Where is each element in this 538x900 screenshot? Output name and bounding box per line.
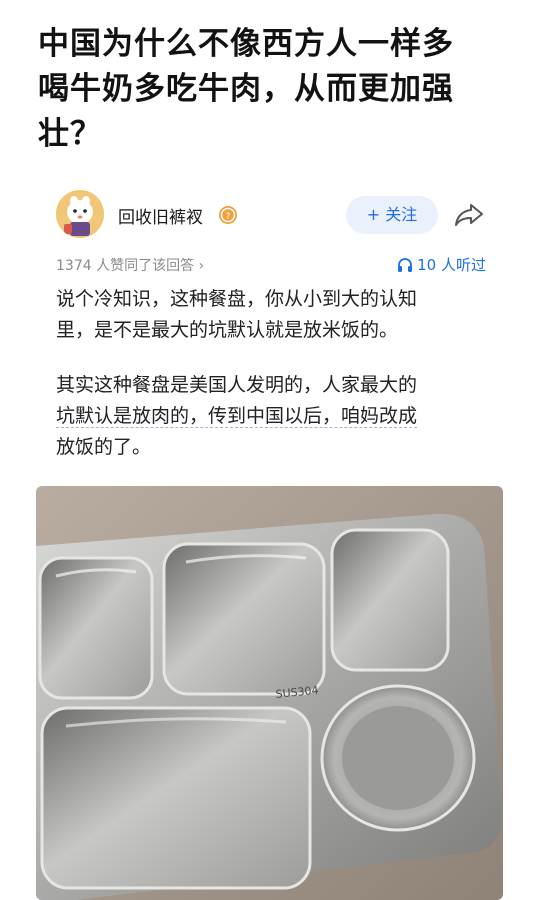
- answer-line-text: 坑默认是放肉的，传到中国以后，咱妈改成: [56, 405, 418, 428]
- headphones-icon: [398, 258, 413, 272]
- title-line: 喝牛奶多吃牛肉，从而更加强: [38, 71, 454, 107]
- listen-count[interactable]: 10 人听过: [397, 254, 486, 275]
- answer-paragraph-1: 说个冷知识，这种餐盘，你从小到大的认知 里，是不是最大的坑默认就是放米饭的。: [56, 284, 486, 346]
- answer-line: 里，是不是最大的坑默认就是放米饭的。: [56, 319, 399, 341]
- likes-count[interactable]: 1374 人赞同了该回答 ›: [56, 255, 204, 275]
- question-title: 中国为什么不像西方人一样多 喝牛奶多吃牛肉，从而更加强 壮？: [38, 22, 508, 157]
- meta-row: 1374 人赞同了该回答 › 10 人听过: [56, 254, 486, 276]
- tray-photo[interactable]: SUS304: [36, 486, 503, 900]
- answer-line: 说个冷知识，这种餐盘，你从小到大的认知: [56, 288, 418, 310]
- listen-label: 10 人听过: [417, 256, 486, 274]
- answer-line: 放饭的了。: [56, 436, 152, 458]
- title-line: 中国为什么不像西方人一样多: [38, 26, 454, 62]
- share-icon[interactable]: [454, 202, 484, 228]
- title-line: 壮？: [38, 116, 102, 152]
- svg-text:?: ?: [226, 212, 231, 222]
- badge-icon: ?: [218, 205, 238, 225]
- author-row: 回收旧裤衩 ? + 关注: [56, 190, 496, 240]
- answer-paragraph-2: 其实这种餐盘是美国人发明的，人家最大的 坑默认是放肉的，传到中国以后，咱妈改成 …: [56, 370, 486, 463]
- answer-line: 坑默认是放肉的，传到中国以后，咱妈改成: [56, 401, 486, 432]
- answer-line: 其实这种餐盘是美国人发明的，人家最大的: [56, 374, 418, 396]
- avatar[interactable]: [56, 190, 104, 238]
- author-name[interactable]: 回收旧裤衩: [118, 203, 203, 228]
- follow-button[interactable]: + 关注: [346, 196, 438, 234]
